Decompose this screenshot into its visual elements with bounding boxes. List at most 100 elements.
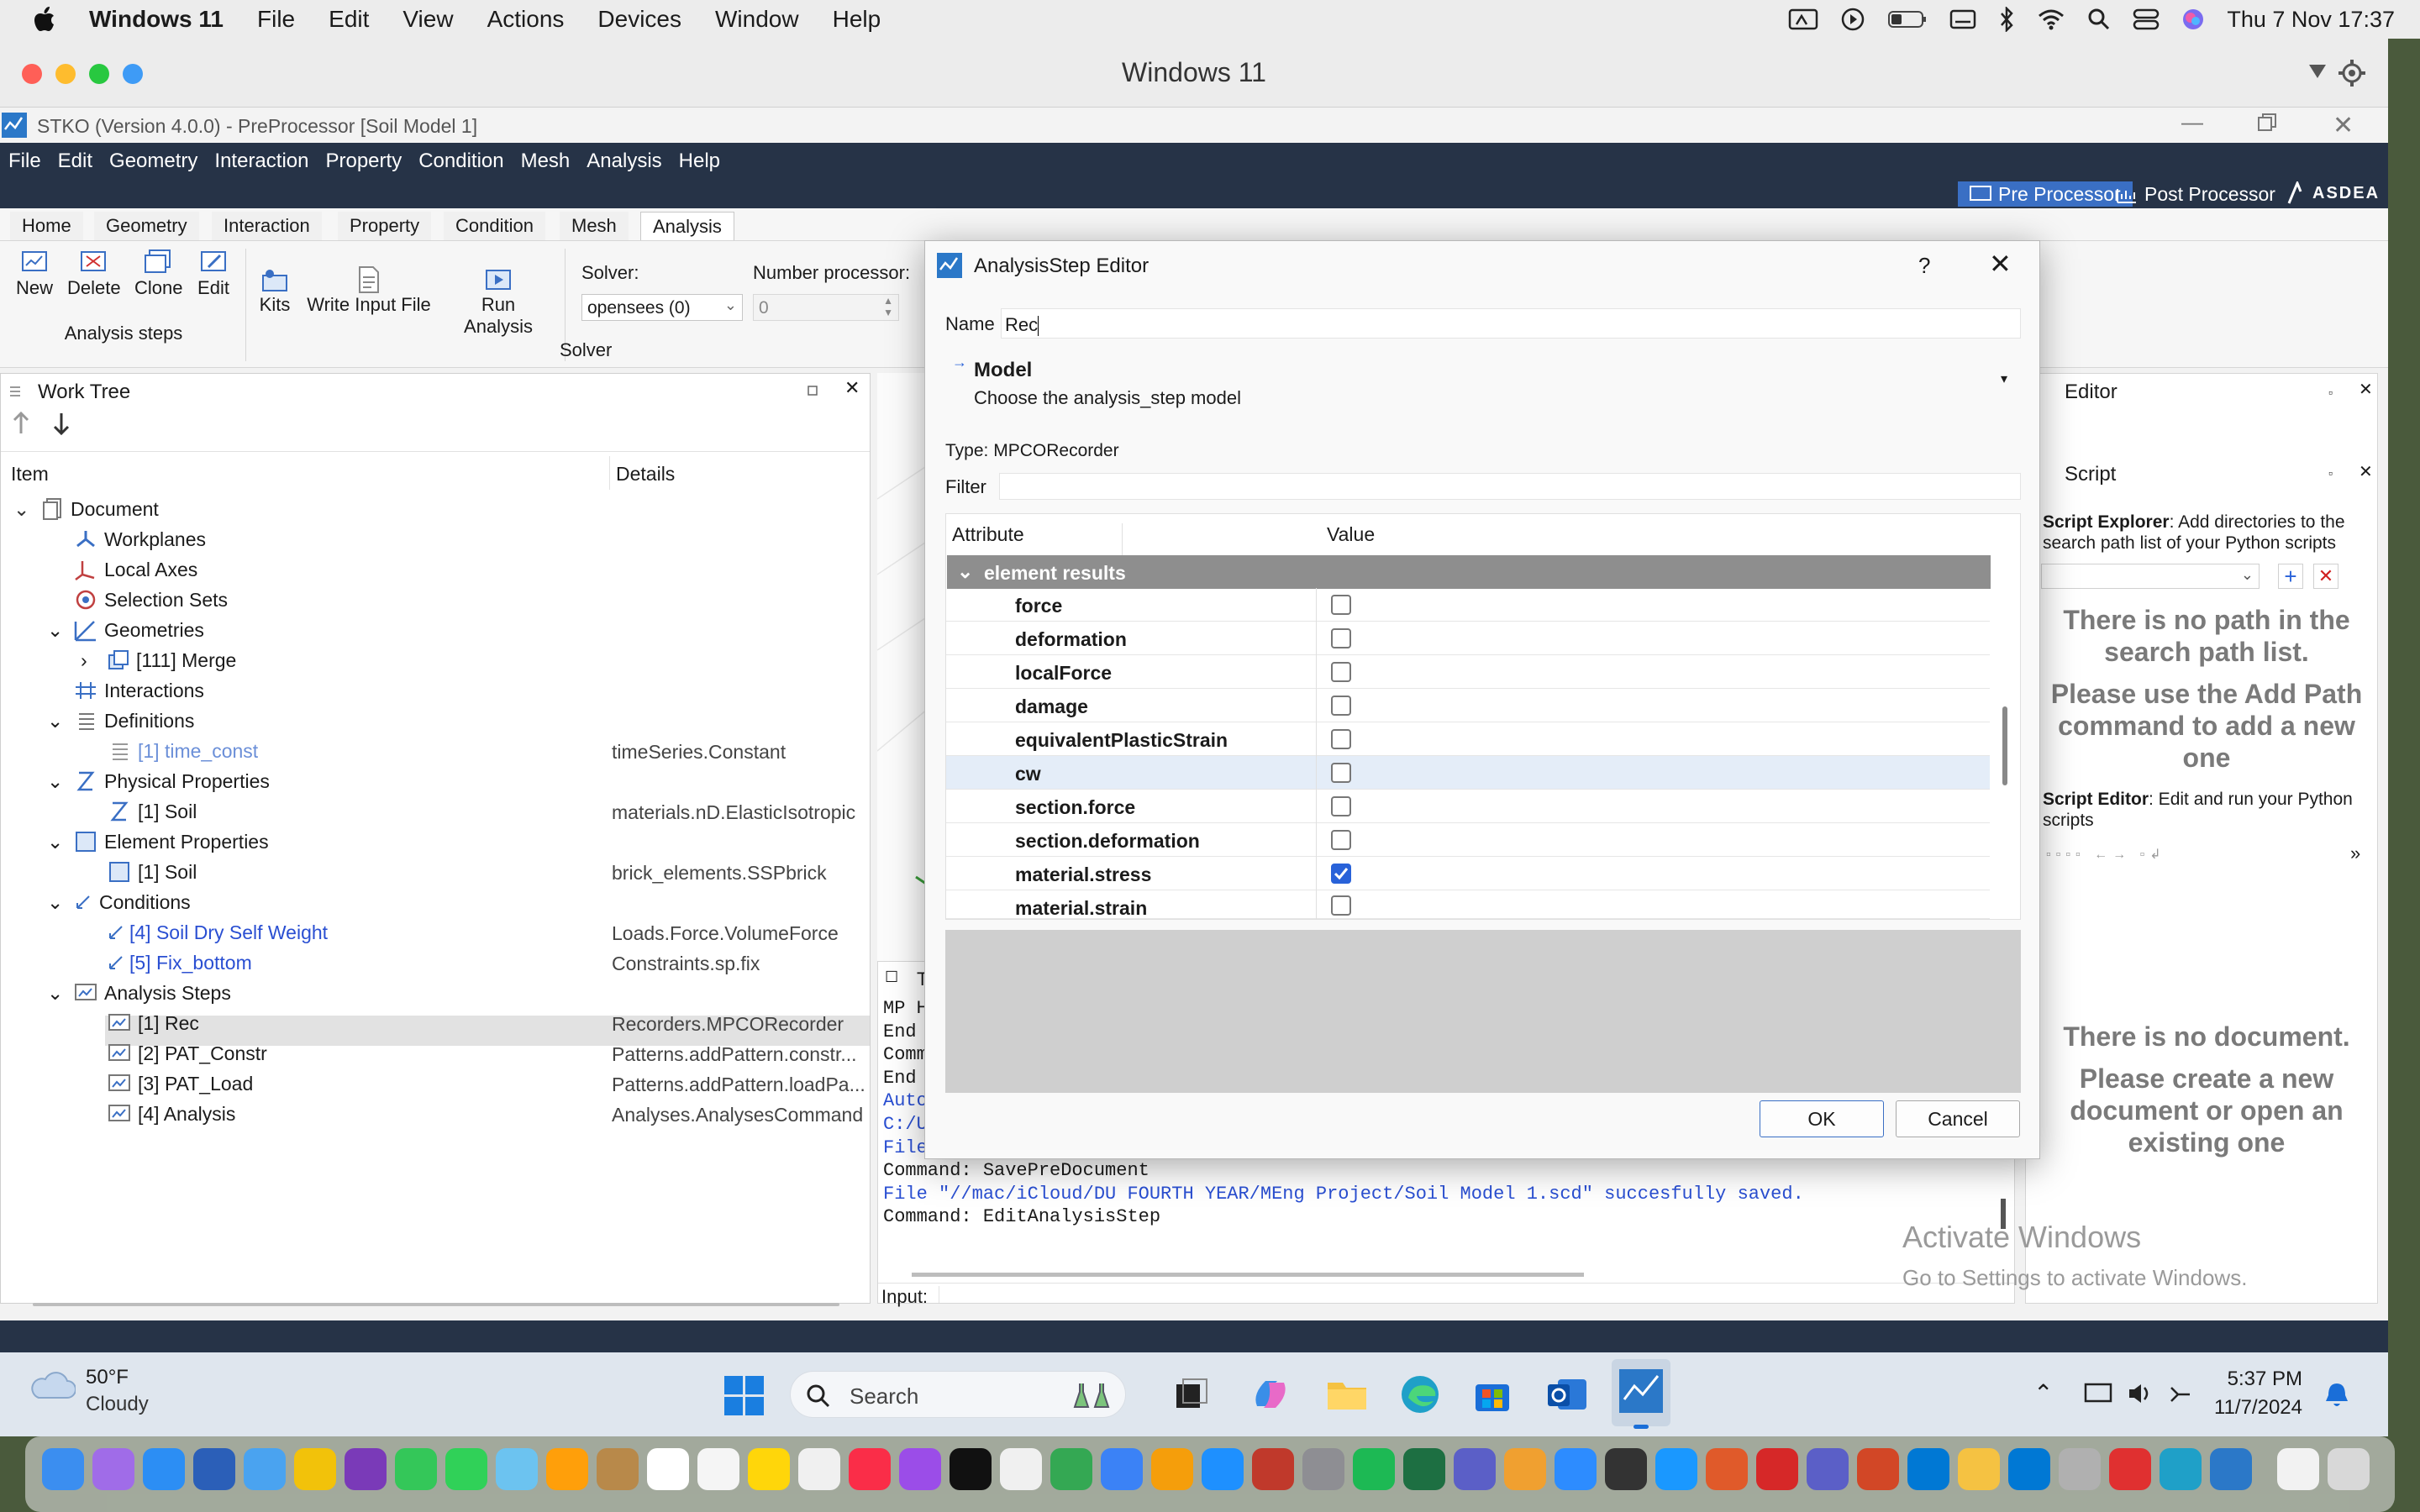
tree-row-element-properties[interactable]: ⌄ Element Properties [47,827,269,857]
mac-menu-actions[interactable]: Actions [471,6,581,33]
tree-row-time-const[interactable]: [1] time_const [108,736,258,766]
dropdown-triangle-icon[interactable] [2307,62,2328,81]
task-view-icon[interactable] [1175,1378,1208,1411]
attr-row-material-stress[interactable]: material.stress [946,857,1990,890]
control-center-icon[interactable] [2133,8,2160,31]
edge-dock-icon[interactable] [2160,1448,2202,1490]
calendar-icon[interactable] [647,1448,689,1490]
edge-icon[interactable] [1400,1374,1440,1415]
horizontal-scrollbar[interactable] [912,1273,1584,1277]
menu-help[interactable]: Help [671,150,729,173]
minimize-button[interactable]: — [2181,109,2203,135]
acrobat-icon[interactable] [1756,1448,1798,1490]
tree-row-definitions[interactable]: ⌄ Definitions [47,706,194,736]
onenote-icon[interactable] [345,1448,387,1490]
section-deformation-checkbox[interactable] [1331,830,1351,850]
attr-row-section-deformation[interactable]: section.deformation [946,823,1990,857]
close-window-button[interactable]: ✕ [2333,111,2354,140]
equivalent-plastic-strain-checkbox[interactable] [1331,729,1351,749]
tree-row-conditions[interactable]: ⌄ Conditions [47,887,191,917]
keyboard-icon[interactable] [1949,8,1976,30]
reminders-icon[interactable] [697,1448,739,1490]
tree-row-merge[interactable]: › [111] Merge [81,645,236,675]
cancel-button[interactable]: Cancel [1896,1100,2020,1137]
tab-geometry[interactable]: Geometry [94,212,199,240]
tree-row-workplanes[interactable]: Workplanes [74,524,206,554]
matlab-icon[interactable] [1706,1448,1748,1490]
mac-menu-edit[interactable]: Edit [312,6,386,33]
word-icon[interactable] [193,1448,235,1490]
launchpad-icon[interactable] [92,1448,134,1490]
freeform-icon[interactable] [798,1448,840,1490]
menu-interaction[interactable]: Interaction [206,150,317,173]
power-icon[interactable] [2165,1379,2193,1408]
clone-step-button[interactable]: Clone [134,249,182,299]
attr-row-section-force[interactable]: section.force [946,790,1990,823]
attr-row-equivalent-plastic-strain[interactable]: equivalentPlasticStrain [946,722,1990,756]
start-icon[interactable] [724,1376,765,1416]
tab-property[interactable]: Property [338,212,432,240]
collapse-chevron-icon[interactable]: ⌄ [47,891,69,914]
display-icon[interactable] [2084,1379,2112,1408]
material-stress-checkbox[interactable] [1331,864,1351,884]
prime-video-icon[interactable] [1655,1448,1697,1490]
group-row-element-results[interactable]: ⌄ element results [947,555,1991,589]
cw-checkbox[interactable] [1331,763,1351,783]
ok-button[interactable]: OK [1760,1100,1884,1137]
kits-button[interactable]: Kits [257,265,292,316]
weather-text[interactable]: Cloudy [86,1393,149,1416]
spotlight-icon[interactable] [2087,8,2111,31]
tree-row-fix-bottom[interactable]: [5] Fix_bottom [108,948,252,978]
close-panel-icon[interactable]: ✕ [2359,461,2373,482]
weather-temp[interactable]: 50°F [86,1366,129,1389]
mail-icon[interactable] [244,1448,286,1490]
teams-2-icon[interactable] [1807,1448,1849,1490]
menu-file[interactable]: File [0,150,50,173]
tree-row-pat-constr[interactable]: [2] PAT_Constr [108,1038,267,1068]
add-path-button[interactable]: + [2278,564,2303,589]
bluetooth-icon[interactable] [1998,7,2015,32]
help-button[interactable]: ? [1918,253,1930,279]
volume-icon[interactable] [2126,1379,2154,1408]
edit-step-button[interactable]: Edit [195,249,232,299]
menu-geometry[interactable]: Geometry [101,150,206,173]
model-selector[interactable]: ▾ [925,355,2039,416]
vertical-scrollbar[interactable] [2002,706,2007,785]
play-icon[interactable] [1840,7,1865,32]
tree-row-analysis[interactable]: [4] Analysis [108,1099,235,1129]
nproc-spinbox[interactable]: 0 ▲ ▼ [753,294,899,321]
tree-row-document[interactable]: ⌄ Document [13,494,159,524]
tree-row-rec[interactable]: [1] Rec [108,1008,199,1038]
delete-step-button[interactable]: Delete [67,249,121,299]
system-settings-icon[interactable] [1302,1448,1344,1490]
taskbar-time[interactable]: 5:37 PM [2215,1368,2302,1391]
outlook-icon[interactable] [1546,1374,1588,1415]
tree-row-interactions[interactable]: Interactions [74,675,204,706]
stko-taskbar-button[interactable] [1612,1359,1670,1426]
localforce-checkbox[interactable] [1331,662,1351,682]
app-store-icon[interactable] [1202,1448,1244,1490]
damage-checkbox[interactable] [1331,696,1351,716]
siri-icon[interactable] [2181,8,2205,31]
tree-row-physical-properties[interactable]: ⌄ Physical Properties [47,766,270,796]
parallels-dock-icon[interactable] [1252,1448,1294,1490]
trash-icon[interactable] [2328,1448,2370,1490]
collapse-chevron-icon[interactable]: ⌄ [47,982,69,1005]
float-panel-icon[interactable] [808,384,819,396]
mac-app-name[interactable]: Windows 11 [72,6,240,33]
command-input[interactable] [939,1286,2006,1303]
attr-row-deformation[interactable]: deformation [946,622,1990,655]
collapse-chevron-icon[interactable]: ⌄ [47,710,69,732]
contacts-icon[interactable] [597,1448,639,1490]
move-up-icon[interactable] [9,411,33,436]
podcasts-icon[interactable] [899,1448,941,1490]
copilot-icon[interactable] [1250,1376,1291,1413]
column-divider[interactable] [609,456,610,490]
attr-row-damage[interactable]: damage [946,689,1990,722]
teams-icon[interactable] [1454,1448,1496,1490]
spin-arrows-icon[interactable]: ▲ ▼ [883,295,893,318]
chevron-up-icon[interactable]: ⌃ [2033,1379,2053,1407]
tree-row-analysis-steps[interactable]: ⌄ Analysis Steps [47,978,231,1008]
notification-bell-icon[interactable] [2324,1381,2349,1410]
zoom-icon[interactable] [1555,1448,1597,1490]
